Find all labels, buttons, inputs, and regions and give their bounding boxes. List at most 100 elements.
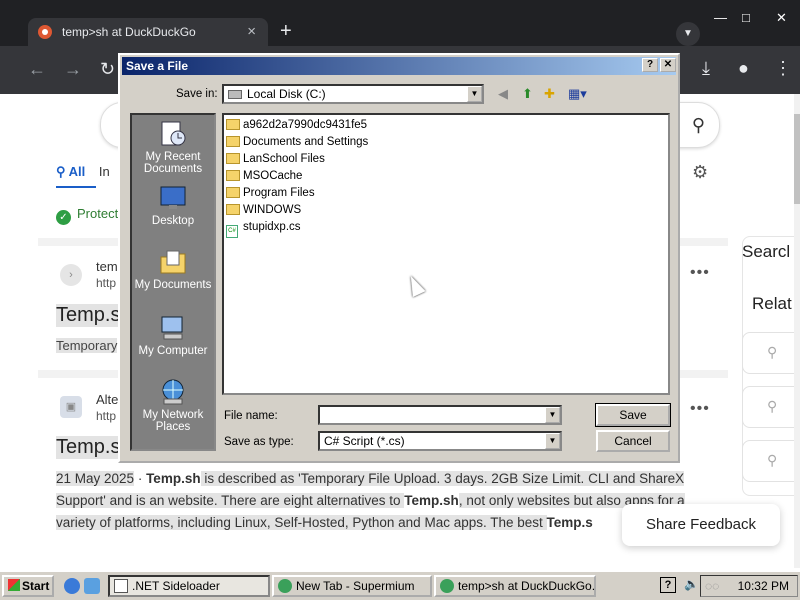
protection-status[interactable]: ✓ Protecte bbox=[56, 206, 125, 225]
snippet-brand: Temp.sh bbox=[146, 471, 201, 486]
folder-icon bbox=[226, 187, 240, 198]
dropdown-arrow-icon[interactable]: ▼ bbox=[545, 433, 560, 449]
dialog-title-bar[interactable]: Save a File bbox=[122, 57, 676, 75]
scrollbar-thumb[interactable] bbox=[794, 114, 800, 204]
local-disk-icon bbox=[228, 90, 242, 99]
share-feedback-button[interactable]: Share Feedback bbox=[622, 504, 780, 546]
system-tray: ◌◌ 10:32 PM bbox=[700, 575, 798, 597]
search-icon: ⚲ bbox=[767, 344, 778, 360]
file-name-field[interactable]: ▼ bbox=[318, 405, 562, 425]
cancel-button[interactable]: Cancel bbox=[596, 430, 670, 452]
tab-search-button[interactable]: ▼ bbox=[676, 22, 700, 46]
forward-arrow-icon[interactable]: → bbox=[64, 59, 82, 80]
related-search-item[interactable]: ⚲ bbox=[742, 332, 800, 374]
folder-icon bbox=[226, 136, 240, 147]
result-url[interactable]: http bbox=[96, 276, 116, 290]
result-favicon-icon: ▣ bbox=[60, 396, 82, 418]
profile-icon[interactable]: ● bbox=[738, 58, 749, 79]
list-item[interactable]: Program Files bbox=[226, 185, 315, 202]
result-snippet: 21 May 2025 · Temp.sh is described as 'T… bbox=[56, 468, 706, 534]
result-title[interactable]: Temp.s bbox=[56, 304, 121, 327]
save-file-dialog: Save a File ? ✕ Save in: Local Disk (C:)… bbox=[118, 53, 680, 463]
clock[interactable]: 10:32 PM bbox=[738, 576, 789, 596]
browser-tab[interactable]: temp>sh at DuckDuckGo × bbox=[28, 18, 268, 46]
file-name-label: File name: bbox=[224, 410, 278, 422]
volume-icon[interactable]: 🔈 bbox=[684, 577, 699, 591]
back-icon[interactable]: ◀ bbox=[498, 86, 508, 102]
help-icon[interactable]: ? bbox=[660, 577, 676, 593]
save-in-dropdown[interactable]: Local Disk (C:) ▼ bbox=[222, 84, 484, 104]
close-dialog-button[interactable]: ✕ bbox=[660, 58, 676, 72]
place-network-places[interactable]: My Network Places bbox=[132, 377, 214, 433]
dialog-title: Save a File bbox=[126, 59, 189, 73]
reload-icon[interactable]: ↻ bbox=[100, 59, 115, 80]
tray-status-icon[interactable]: ◌◌ bbox=[705, 576, 719, 596]
file-name: stupidxp.cs bbox=[243, 221, 301, 233]
tab-close-icon[interactable]: × bbox=[247, 23, 256, 40]
related-search-item[interactable]: ⚲ bbox=[742, 386, 800, 428]
new-folder-icon[interactable]: ✚ bbox=[544, 86, 555, 102]
place-label: My Network Places bbox=[142, 409, 204, 433]
tab-title: temp>sh at DuckDuckGo bbox=[62, 25, 196, 39]
maximize-button[interactable]: □ bbox=[742, 10, 750, 25]
my-documents-icon bbox=[160, 250, 186, 274]
save-as-type-dropdown[interactable]: C# Script (*.cs) ▼ bbox=[318, 431, 562, 451]
place-my-computer[interactable]: My Computer bbox=[132, 313, 214, 357]
list-item[interactable]: Documents and Settings bbox=[226, 134, 368, 151]
place-my-documents[interactable]: My Documents bbox=[132, 247, 214, 291]
up-folder-icon[interactable]: ⬆ bbox=[522, 86, 533, 102]
my-computer-icon bbox=[161, 316, 183, 340]
task-new-tab-supermium[interactable]: New Tab - Supermium bbox=[272, 575, 432, 597]
csharp-file-icon: C# bbox=[226, 225, 238, 238]
new-tab-button[interactable]: + bbox=[280, 20, 292, 43]
supermium-icon bbox=[278, 579, 292, 593]
result-title[interactable]: Temp.s bbox=[56, 436, 121, 459]
sidebar-search-heading: Searcl bbox=[742, 242, 791, 261]
task-label: .NET Sideloader bbox=[132, 579, 220, 593]
save-in-value: Local Disk (C:) bbox=[247, 87, 326, 101]
tab-images[interactable]: In bbox=[99, 164, 110, 179]
result-host[interactable]: tem bbox=[96, 259, 118, 274]
help-button[interactable]: ? bbox=[642, 58, 658, 72]
list-item[interactable]: MSOCache bbox=[226, 168, 302, 185]
view-menu-icon[interactable]: ▦▾ bbox=[568, 86, 587, 102]
result-favicon-icon: › bbox=[60, 264, 82, 286]
settings-gear-icon[interactable]: ⚙ bbox=[692, 162, 708, 183]
place-label: My Documents bbox=[134, 279, 212, 291]
minimize-button[interactable]: — bbox=[714, 10, 727, 25]
result-menu-icon[interactable]: ••• bbox=[690, 400, 710, 418]
download-icon[interactable]: ⤓ bbox=[702, 58, 710, 79]
related-search-item[interactable]: ⚲ bbox=[742, 440, 800, 482]
close-window-button[interactable]: ✕ bbox=[776, 10, 787, 26]
back-arrow-icon[interactable]: ← bbox=[28, 59, 46, 80]
place-recent-documents[interactable]: My Recent Documents bbox=[132, 119, 214, 175]
network-places-icon bbox=[162, 379, 184, 405]
snippet-brand: Temp.s bbox=[546, 515, 593, 530]
result-menu-icon[interactable]: ••• bbox=[690, 264, 710, 282]
result-url[interactable]: http bbox=[96, 409, 116, 423]
file-name: LanSchool Files bbox=[243, 153, 325, 165]
save-button[interactable]: Save bbox=[595, 403, 671, 427]
menu-kebab-icon[interactable]: ⋮ bbox=[774, 58, 792, 79]
tab-all[interactable]: ⚲ All bbox=[56, 164, 85, 179]
dropdown-arrow-icon[interactable]: ▼ bbox=[545, 407, 560, 423]
task-duckduckgo[interactable]: temp>sh at DuckDuckGo... bbox=[434, 575, 596, 597]
task-label: New Tab - Supermium bbox=[296, 579, 415, 593]
browser-quicklaunch-icon[interactable] bbox=[84, 578, 100, 594]
result-host[interactable]: Alte bbox=[96, 392, 118, 407]
sidebar-related-heading: Relat bbox=[752, 294, 792, 313]
window-icon bbox=[114, 579, 128, 593]
list-item[interactable]: C# stupidxp.cs bbox=[226, 219, 301, 238]
list-item[interactable]: WINDOWS bbox=[226, 202, 301, 219]
internet-explorer-icon[interactable] bbox=[64, 578, 80, 594]
search-icon[interactable]: ⚲ bbox=[692, 115, 705, 136]
place-desktop[interactable]: Desktop bbox=[132, 183, 214, 227]
start-button[interactable]: Start bbox=[2, 575, 54, 597]
dropdown-arrow-icon[interactable]: ▼ bbox=[467, 86, 482, 102]
task-net-sideloader[interactable]: .NET Sideloader bbox=[108, 575, 270, 597]
recent-documents-icon bbox=[161, 121, 186, 146]
search-icon: ⚲ bbox=[767, 452, 778, 468]
list-item[interactable]: LanSchool Files bbox=[226, 151, 325, 168]
file-list[interactable]: a962d2a7990dc9431fe5 Documents and Setti… bbox=[222, 113, 670, 395]
list-item[interactable]: a962d2a7990dc9431fe5 bbox=[226, 117, 367, 134]
